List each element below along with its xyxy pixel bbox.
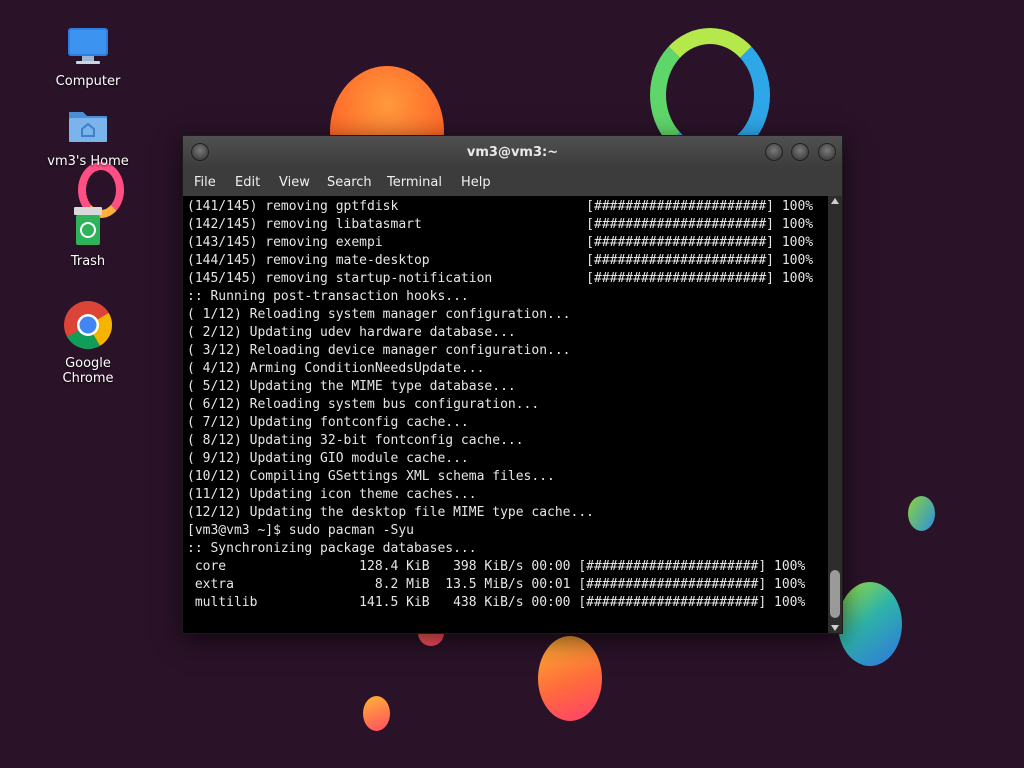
terminal-line: multilib 141.5 KiB 438 KiB/s 00:00 [####… bbox=[187, 595, 806, 610]
terminal-line: extra 8.2 MiB 13.5 MiB/s 00:01 [########… bbox=[187, 577, 806, 592]
trash-icon bbox=[74, 207, 102, 245]
menu-file[interactable]: File bbox=[194, 175, 216, 190]
chrome-icon bbox=[64, 301, 113, 350]
menu-search[interactable]: Search bbox=[327, 175, 372, 190]
terminal-line: (143/145) removing exempi [#############… bbox=[187, 235, 814, 250]
terminal-line: ( 4/12) Arming ConditionNeedsUpdate... bbox=[187, 361, 485, 376]
wallpaper-blue-blob bbox=[908, 496, 935, 531]
desktop-icon-home[interactable]: vm3's Home bbox=[38, 104, 138, 169]
menu-view[interactable]: View bbox=[279, 175, 310, 190]
terminal-line: ( 5/12) Updating the MIME type database.… bbox=[187, 379, 516, 394]
vertical-scrollbar[interactable] bbox=[828, 196, 842, 633]
wallpaper-tiny-blob bbox=[363, 696, 390, 731]
terminal-line: core 128.4 KiB 398 KiB/s 00:00 [########… bbox=[187, 559, 806, 574]
minimize-button[interactable] bbox=[765, 143, 783, 161]
scroll-up-icon[interactable] bbox=[831, 198, 839, 204]
terminal-line: (11/12) Updating icon theme caches... bbox=[187, 487, 477, 502]
menu-edit[interactable]: Edit bbox=[235, 175, 260, 190]
desktop-icon-label: vm3's Home bbox=[47, 154, 129, 169]
home-folder-icon bbox=[69, 112, 107, 142]
menu-help[interactable]: Help bbox=[461, 175, 491, 190]
terminal-line: (10/12) Compiling GSettings XML schema f… bbox=[187, 469, 555, 484]
terminal-line: [vm3@vm3 ~]$ sudo pacman -Syu bbox=[187, 523, 414, 538]
terminal-line: (141/145) removing gptfdisk [###########… bbox=[187, 199, 814, 214]
terminal-line: ( 6/12) Reloading system bus configurati… bbox=[187, 397, 540, 412]
desktop-icon-label: Computer bbox=[55, 74, 121, 89]
terminal-text: (141/145) removing gptfdisk [###########… bbox=[183, 196, 827, 612]
terminal-line: ( 8/12) Updating 32-bit fontconfig cache… bbox=[187, 433, 524, 448]
terminal-line: (12/12) Updating the desktop file MIME t… bbox=[187, 505, 594, 520]
monitor-icon bbox=[68, 28, 108, 64]
desktop-icon-computer[interactable]: Computer bbox=[38, 24, 138, 89]
terminal-line: ( 2/12) Updating udev hardware database.… bbox=[187, 325, 516, 340]
desktop-icon-chrome[interactable]: Google Chrome bbox=[38, 300, 138, 386]
terminal-line: (145/145) removing startup-notification … bbox=[187, 271, 814, 286]
wallpaper-orange-blob-bottom bbox=[538, 636, 602, 721]
terminal-line: (142/145) removing libatasmart [########… bbox=[187, 217, 814, 232]
terminal-window[interactable]: vm3@vm3:~ File Edit View Search Terminal… bbox=[182, 135, 843, 634]
terminal-line: ( 3/12) Reloading device manager configu… bbox=[187, 343, 571, 358]
terminal-line: ( 9/12) Updating GIO module cache... bbox=[187, 451, 469, 466]
desktop-icon-label: Trash bbox=[70, 254, 106, 269]
scrollbar-thumb[interactable] bbox=[830, 570, 840, 618]
terminal-line: (144/145) removing mate-desktop [#######… bbox=[187, 253, 814, 268]
maximize-button[interactable] bbox=[791, 143, 809, 161]
terminal-line: ( 1/12) Reloading system manager configu… bbox=[187, 307, 571, 322]
title-bar[interactable]: vm3@vm3:~ bbox=[183, 136, 842, 169]
close-button[interactable] bbox=[818, 143, 836, 161]
terminal-output[interactable]: (141/145) removing gptfdisk [###########… bbox=[183, 196, 827, 633]
terminal-line: :: Running post-transaction hooks... bbox=[187, 289, 469, 304]
desktop-icon-trash[interactable]: Trash bbox=[38, 204, 138, 269]
menu-terminal[interactable]: Terminal bbox=[387, 175, 442, 190]
scroll-down-icon[interactable] bbox=[831, 625, 839, 631]
window-title: vm3@vm3:~ bbox=[466, 145, 559, 160]
terminal-line: :: Synchronizing package databases... bbox=[187, 541, 477, 556]
wallpaper-green-blob bbox=[838, 582, 902, 666]
menu-bar: File Edit View Search Terminal Help bbox=[183, 169, 842, 196]
desktop-icon-label: Google Chrome bbox=[62, 356, 114, 386]
terminal-line: ( 7/12) Updating fontconfig cache... bbox=[187, 415, 469, 430]
